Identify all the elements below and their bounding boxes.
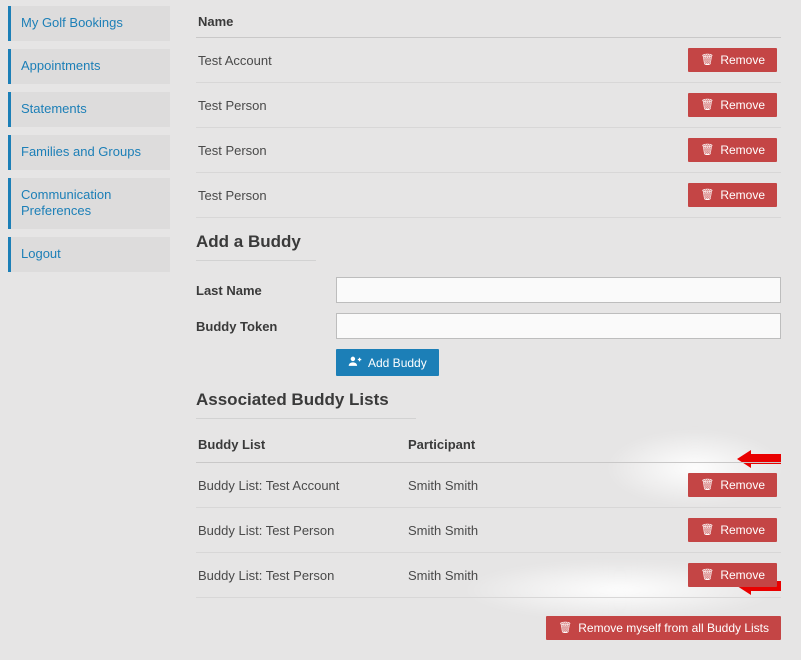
associated-participant: Smith Smith (408, 568, 677, 583)
associated-participant: Smith Smith (408, 478, 677, 493)
buddy-remove-button[interactable]: 🗑 Remove (688, 48, 777, 72)
trash-icon: 🗑 (700, 190, 714, 201)
buddy-remove-label: Remove (720, 189, 765, 201)
last-name-label: Last Name (196, 283, 336, 298)
associated-title: Associated Buddy Lists (196, 390, 416, 419)
sidebar-item-statements[interactable]: Statements (8, 92, 170, 127)
sidebar-item-appointments[interactable]: Appointments (8, 49, 170, 84)
add-buddy-title: Add a Buddy (196, 232, 316, 261)
main-content: Name Test Account 🗑 Remove Test Person 🗑 (178, 0, 801, 660)
associated-row: Buddy List: Test Person Smith Smith 🗑 Re… (196, 553, 781, 598)
remove-from-all-lists-button[interactable]: 🗑 Remove myself from all Buddy Lists (546, 616, 781, 640)
associated-remove-label: Remove (720, 524, 765, 536)
sidebar-item-families-and-groups[interactable]: Families and Groups (8, 135, 170, 170)
trash-icon: 🗑 (700, 55, 714, 66)
remove-from-all-label: Remove myself from all Buddy Lists (578, 622, 769, 634)
buddy-row: Test Person 🗑 Remove (196, 128, 781, 173)
buddy-remove-label: Remove (720, 54, 765, 66)
associated-remove-label: Remove (720, 569, 765, 581)
associated-list-name: Buddy List: Test Person (198, 568, 408, 583)
buddy-remove-label: Remove (720, 99, 765, 111)
buddies-table: Name Test Account 🗑 Remove Test Person 🗑 (196, 6, 781, 218)
buddy-remove-button[interactable]: 🗑 Remove (688, 183, 777, 207)
add-buddy-label: Add Buddy (368, 357, 427, 369)
last-name-input[interactable] (336, 277, 781, 303)
associated-row: Buddy List: Test Person Smith Smith 🗑 Re… (196, 508, 781, 553)
associated-remove-button[interactable]: 🗑 Remove (688, 473, 777, 497)
associated-header-participant: Participant (408, 437, 677, 452)
add-buddy-button[interactable]: Add Buddy (336, 349, 439, 376)
associated-remove-button[interactable]: 🗑 Remove (688, 518, 777, 542)
buddy-remove-label: Remove (720, 144, 765, 156)
trash-icon: 🗑 (700, 525, 714, 536)
buddies-header-name: Name (198, 14, 677, 29)
sidebar-item-communication-preferences[interactable]: Communication Preferences (8, 178, 170, 230)
buddy-name: Test Person (198, 143, 677, 158)
trash-icon: 🗑 (558, 623, 572, 634)
associated-header-list: Buddy List (198, 437, 408, 452)
buddy-row: Test Person 🗑 Remove (196, 173, 781, 218)
associated-remove-button[interactable]: 🗑 Remove (688, 563, 777, 587)
trash-icon: 🗑 (700, 570, 714, 581)
associated-list-name: Buddy List: Test Person (198, 523, 408, 538)
buddy-token-input[interactable] (336, 313, 781, 339)
buddy-remove-button[interactable]: 🗑 Remove (688, 138, 777, 162)
associated-row: Buddy List: Test Account Smith Smith 🗑 R… (196, 463, 781, 508)
associated-participant: Smith Smith (408, 523, 677, 538)
associated-list-name: Buddy List: Test Account (198, 478, 408, 493)
buddy-name: Test Person (198, 98, 677, 113)
trash-icon: 🗑 (700, 480, 714, 491)
associated-remove-label: Remove (720, 479, 765, 491)
sidebar-item-my-golf-bookings[interactable]: My Golf Bookings (8, 6, 170, 41)
buddy-name: Test Person (198, 188, 677, 203)
buddy-token-label: Buddy Token (196, 319, 336, 334)
trash-icon: 🗑 (700, 145, 714, 156)
user-plus-icon (348, 355, 362, 370)
sidebar-item-logout[interactable]: Logout (8, 237, 170, 272)
buddy-row: Test Person 🗑 Remove (196, 83, 781, 128)
buddy-name: Test Account (198, 53, 677, 68)
sidebar: My Golf Bookings Appointments Statements… (0, 0, 178, 280)
trash-icon: 🗑 (700, 100, 714, 111)
buddy-row: Test Account 🗑 Remove (196, 38, 781, 83)
buddy-remove-button[interactable]: 🗑 Remove (688, 93, 777, 117)
